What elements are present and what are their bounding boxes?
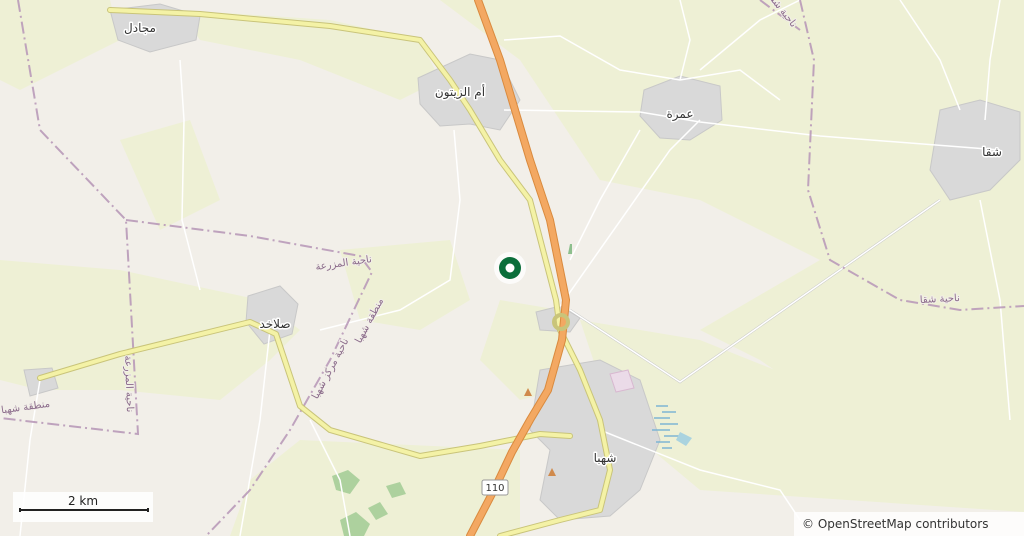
- place-label: أم الزيتون: [435, 84, 485, 100]
- scale-label: 2 km: [67, 494, 99, 508]
- attribution[interactable]: © OpenStreetMap contributors: [794, 512, 1024, 536]
- place-label: شقا: [982, 145, 1002, 159]
- map-canvas[interactable]: مجادل أم الزيتون عمرة شقا صلاخد شهبا ناح…: [0, 0, 1024, 536]
- place-label: صلاخد: [259, 317, 290, 331]
- scale-line: [19, 508, 149, 512]
- place-label: شهبا: [594, 451, 617, 465]
- svg-text:110: 110: [485, 483, 504, 494]
- road-shield-110: 110: [481, 479, 509, 496]
- place-label: عمرة: [666, 107, 693, 122]
- location-marker[interactable]: [494, 252, 526, 284]
- admin-label: ناحية المزرعة: [122, 355, 135, 412]
- place-label: مجادل: [124, 21, 156, 35]
- admin-label: ناحية شقا: [920, 293, 961, 306]
- scale-bar: 2 km: [13, 492, 153, 522]
